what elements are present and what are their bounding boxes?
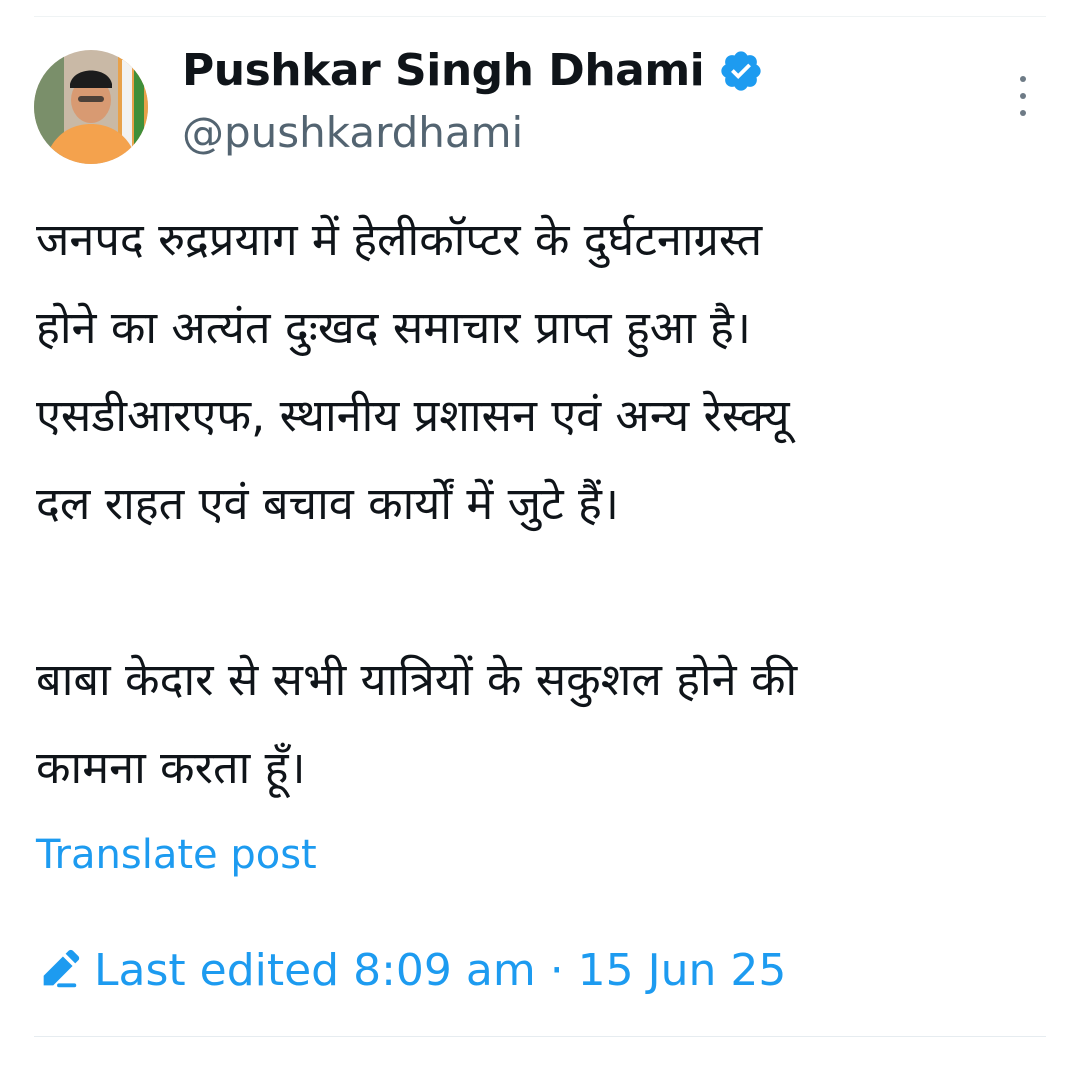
avatar[interactable] [34, 50, 148, 164]
author-name-row: Pushkar Singh Dhami [182, 40, 764, 100]
author-display-name[interactable]: Pushkar Singh Dhami [182, 45, 705, 96]
tweet-text-line: होने का अत्यंत दुःखद समाचार प्राप्त हुआ … [36, 301, 751, 354]
tweet-text-line: बाबा केदार से सभी यात्रियों के सकुशल होन… [36, 653, 798, 706]
avatar-photo [34, 50, 148, 164]
top-divider [34, 16, 1046, 17]
more-dot [1020, 93, 1026, 99]
more-dot [1020, 110, 1026, 116]
more-vertical-icon[interactable] [1006, 76, 1040, 116]
tweet-text-line: एसडीआरएफ, स्थानीय प्रशासन एवं अन्य रेस्क… [36, 389, 790, 442]
tweet-text-line: कामना करता हूँ। [36, 741, 306, 794]
bottom-divider [34, 1036, 1046, 1037]
author-handle[interactable]: @pushkardhami [182, 108, 523, 157]
tweet-text-line: जनपद रुद्रप्रयाग में हेलीकॉप्टर के दुर्घ… [36, 213, 763, 266]
translate-post-link[interactable]: Translate post [36, 832, 317, 878]
pencil-icon [36, 947, 82, 993]
tweet-text-line: दल राहत एवं बचाव कार्यों में जुटे हैं। [36, 477, 619, 530]
tweet-text: जनपद रुद्रप्रयाग में हेलीकॉप्टर के दुर्घ… [36, 196, 1046, 812]
last-edited-link[interactable]: Last edited 8:09 am · 15 Jun 25 [36, 940, 786, 1000]
more-dot [1020, 76, 1026, 82]
verified-badge-icon[interactable] [718, 48, 764, 94]
last-edited-text: Last edited 8:09 am · 15 Jun 25 [94, 944, 787, 996]
